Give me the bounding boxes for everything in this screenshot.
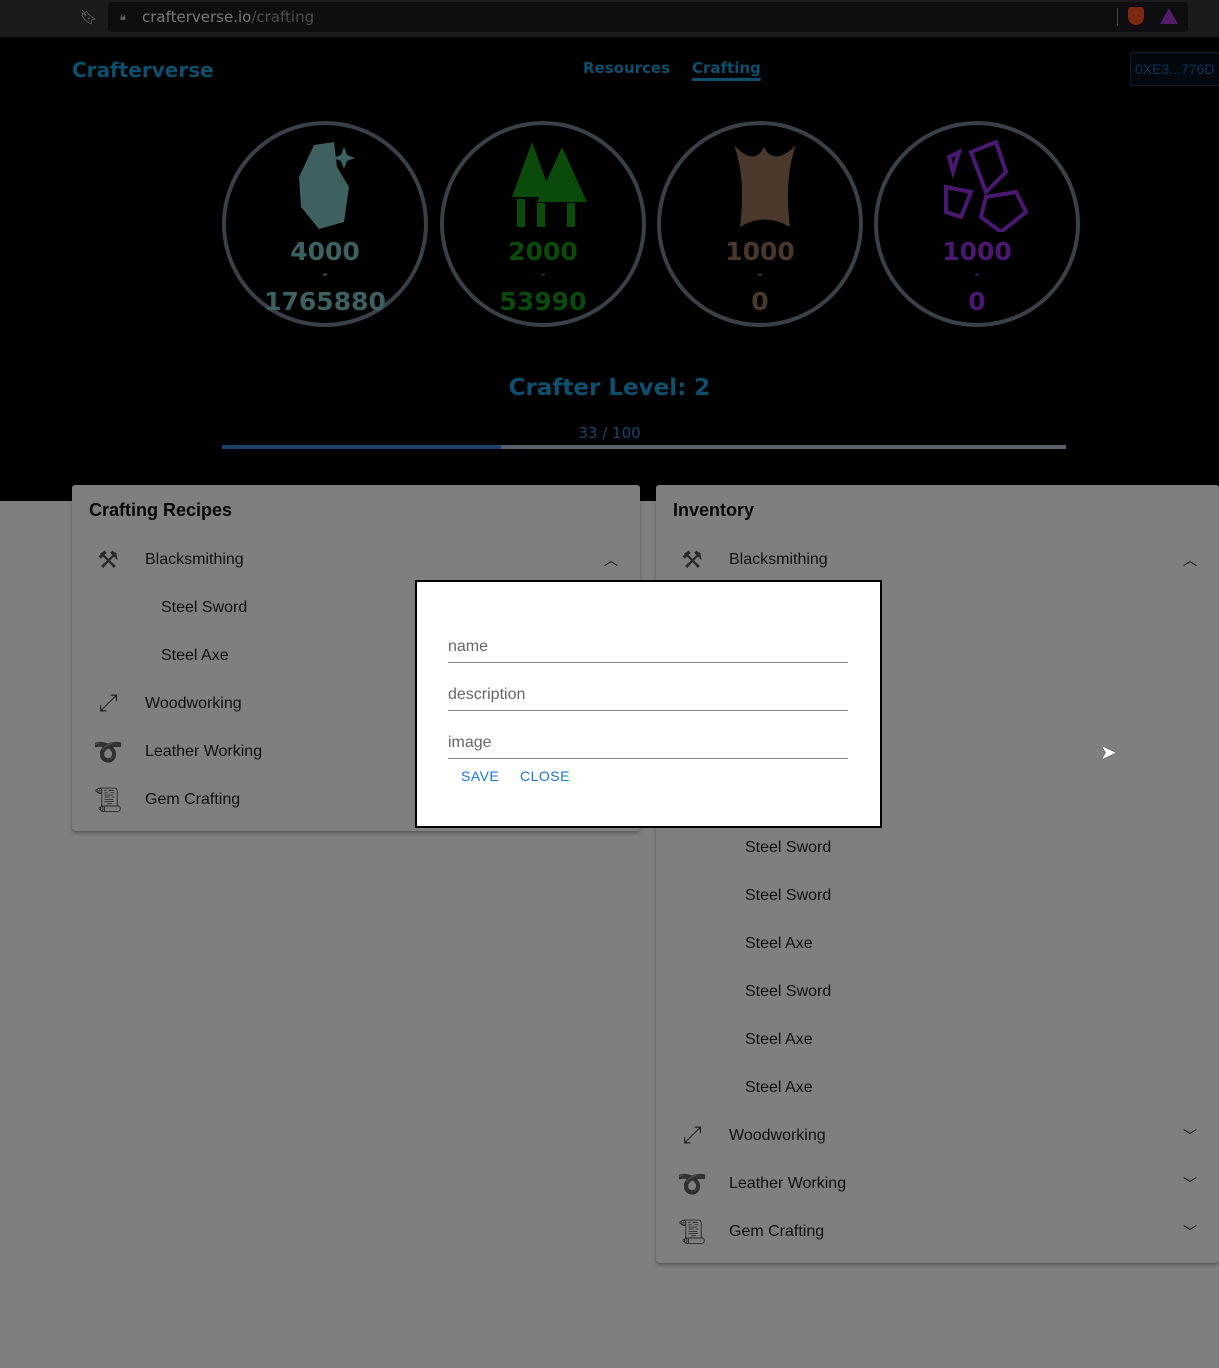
image-field[interactable] xyxy=(448,734,848,759)
close-button[interactable]: CLOSE xyxy=(520,768,570,784)
description-field[interactable] xyxy=(448,686,848,711)
create-item-dialog: SAVE CLOSE xyxy=(415,580,882,828)
mouse-cursor: ➤ xyxy=(1100,742,1117,764)
save-button[interactable]: SAVE xyxy=(461,768,499,784)
name-field[interactable] xyxy=(448,638,848,663)
